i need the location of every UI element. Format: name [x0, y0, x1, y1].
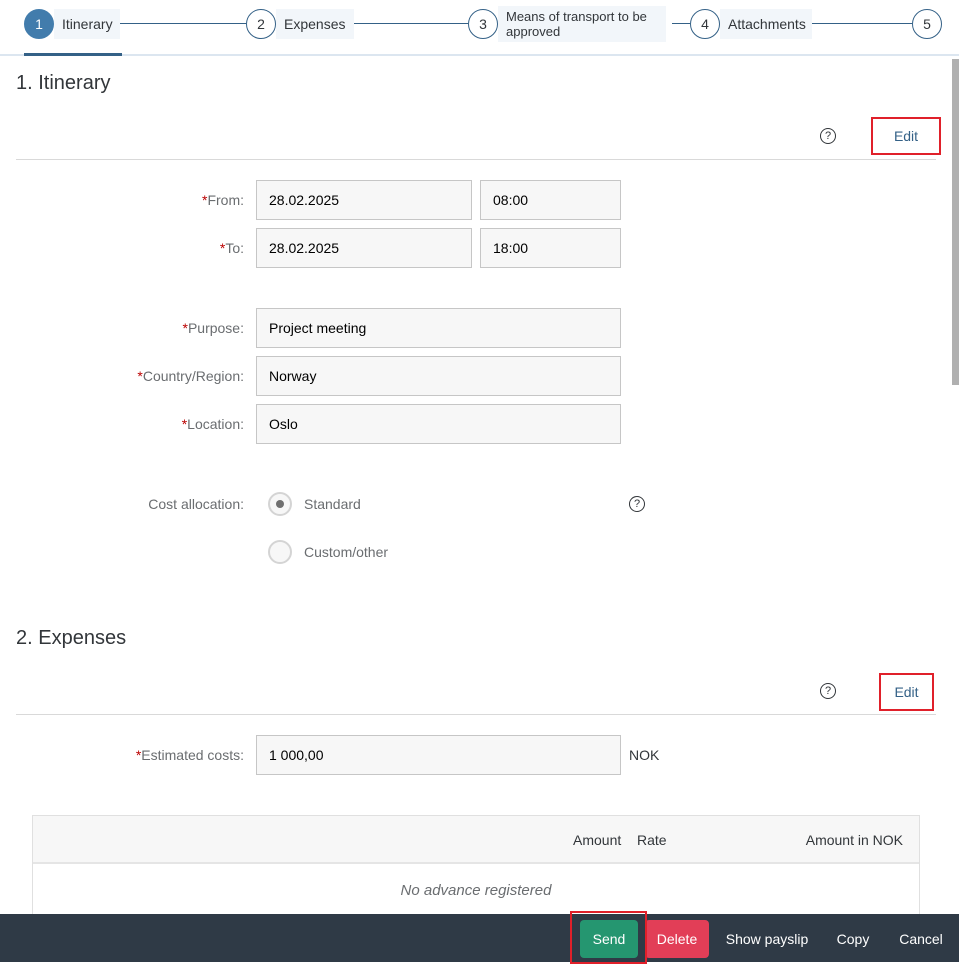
step-number: 2 [246, 9, 276, 39]
step-number: 3 [468, 9, 498, 39]
help-icon[interactable]: ? [820, 128, 836, 144]
section-title-itinerary: 1. Itinerary [16, 72, 111, 94]
location-input[interactable]: Oslo [256, 404, 621, 444]
wizard-connector [812, 23, 912, 24]
send-highlight-box [570, 911, 647, 964]
to-time-input[interactable]: 18:00 [480, 228, 621, 268]
advances-table: Amount Rate Amount in NOK No advance reg… [32, 815, 920, 914]
radio-standard[interactable] [268, 492, 292, 516]
expenses-edit-button[interactable]: Edit [879, 673, 934, 711]
cost-allocation-label: Cost allocation: [148, 496, 244, 512]
location-label: *Location: [181, 416, 244, 432]
estimated-costs-input[interactable]: 1 000,00 [256, 735, 621, 775]
wizard-connector [672, 23, 690, 24]
empty-table-message: No advance registered [400, 882, 552, 899]
to-label: *To: [219, 240, 244, 256]
country-input[interactable]: Norway [256, 356, 621, 396]
show-payslip-button[interactable]: Show payslip [718, 920, 816, 958]
cancel-button[interactable]: Cancel [892, 920, 950, 958]
wizard-step-5[interactable]: 5 [912, 9, 942, 39]
radio-custom-other[interactable] [268, 540, 292, 564]
wizard-step-attachments[interactable]: 4 Attachments [690, 9, 812, 39]
wizard-step-itinerary[interactable]: 1 Itinerary [24, 9, 120, 39]
step-number: 1 [24, 9, 54, 39]
to-date-input[interactable]: 28.02.2025 [256, 228, 472, 268]
radio-standard-label[interactable]: Standard [304, 496, 361, 512]
divider [16, 159, 936, 160]
section-title-expenses: 2. Expenses [16, 627, 127, 649]
from-label: *From: [201, 192, 244, 208]
wizard-step-transport[interactable]: 3 Means of transport to be approved [468, 6, 666, 42]
from-date-input[interactable]: 28.02.2025 [256, 180, 472, 220]
main-content: 1. Itinerary ? Edit *From: 28.02.2025 08… [0, 56, 951, 914]
step-label: Expenses [276, 9, 354, 39]
wizard-step-expenses[interactable]: 2 Expenses [246, 9, 354, 39]
step-label: Itinerary [54, 9, 120, 39]
country-label: *Country/Region: [137, 368, 244, 384]
step-label: Attachments [720, 9, 812, 39]
copy-button[interactable]: Copy [828, 920, 878, 958]
step-number: 4 [690, 9, 720, 39]
column-rate: Rate [637, 832, 667, 848]
radio-custom-other-label[interactable]: Custom/other [304, 544, 388, 560]
table-header: Amount Rate Amount in NOK [33, 816, 919, 864]
wizard-progress: 1 Itinerary 2 Expenses 3 Means of transp… [0, 0, 959, 56]
help-icon[interactable]: ? [820, 683, 836, 699]
column-amount: Amount [573, 832, 622, 848]
divider [16, 714, 936, 715]
scrollbar-thumb[interactable] [952, 59, 959, 385]
step-label: Means of transport to be approved [498, 6, 666, 42]
purpose-input[interactable]: Project meeting [256, 308, 621, 348]
step-number: 5 [912, 9, 942, 39]
itinerary-edit-button[interactable]: Edit [871, 117, 941, 155]
wizard-connector [352, 23, 468, 24]
purpose-label: *Purpose: [182, 320, 245, 336]
estimated-costs-label: *Estimated costs: [135, 747, 244, 763]
delete-button[interactable]: Delete [645, 920, 709, 958]
wizard-connector [120, 23, 246, 24]
footer-toolbar: Send Delete Show payslip Copy Cancel [0, 914, 959, 962]
column-amount-nok: Amount in NOK [805, 832, 903, 848]
from-time-input[interactable]: 08:00 [480, 180, 621, 220]
currency-label: NOK [629, 747, 660, 763]
help-icon[interactable]: ? [629, 496, 645, 512]
